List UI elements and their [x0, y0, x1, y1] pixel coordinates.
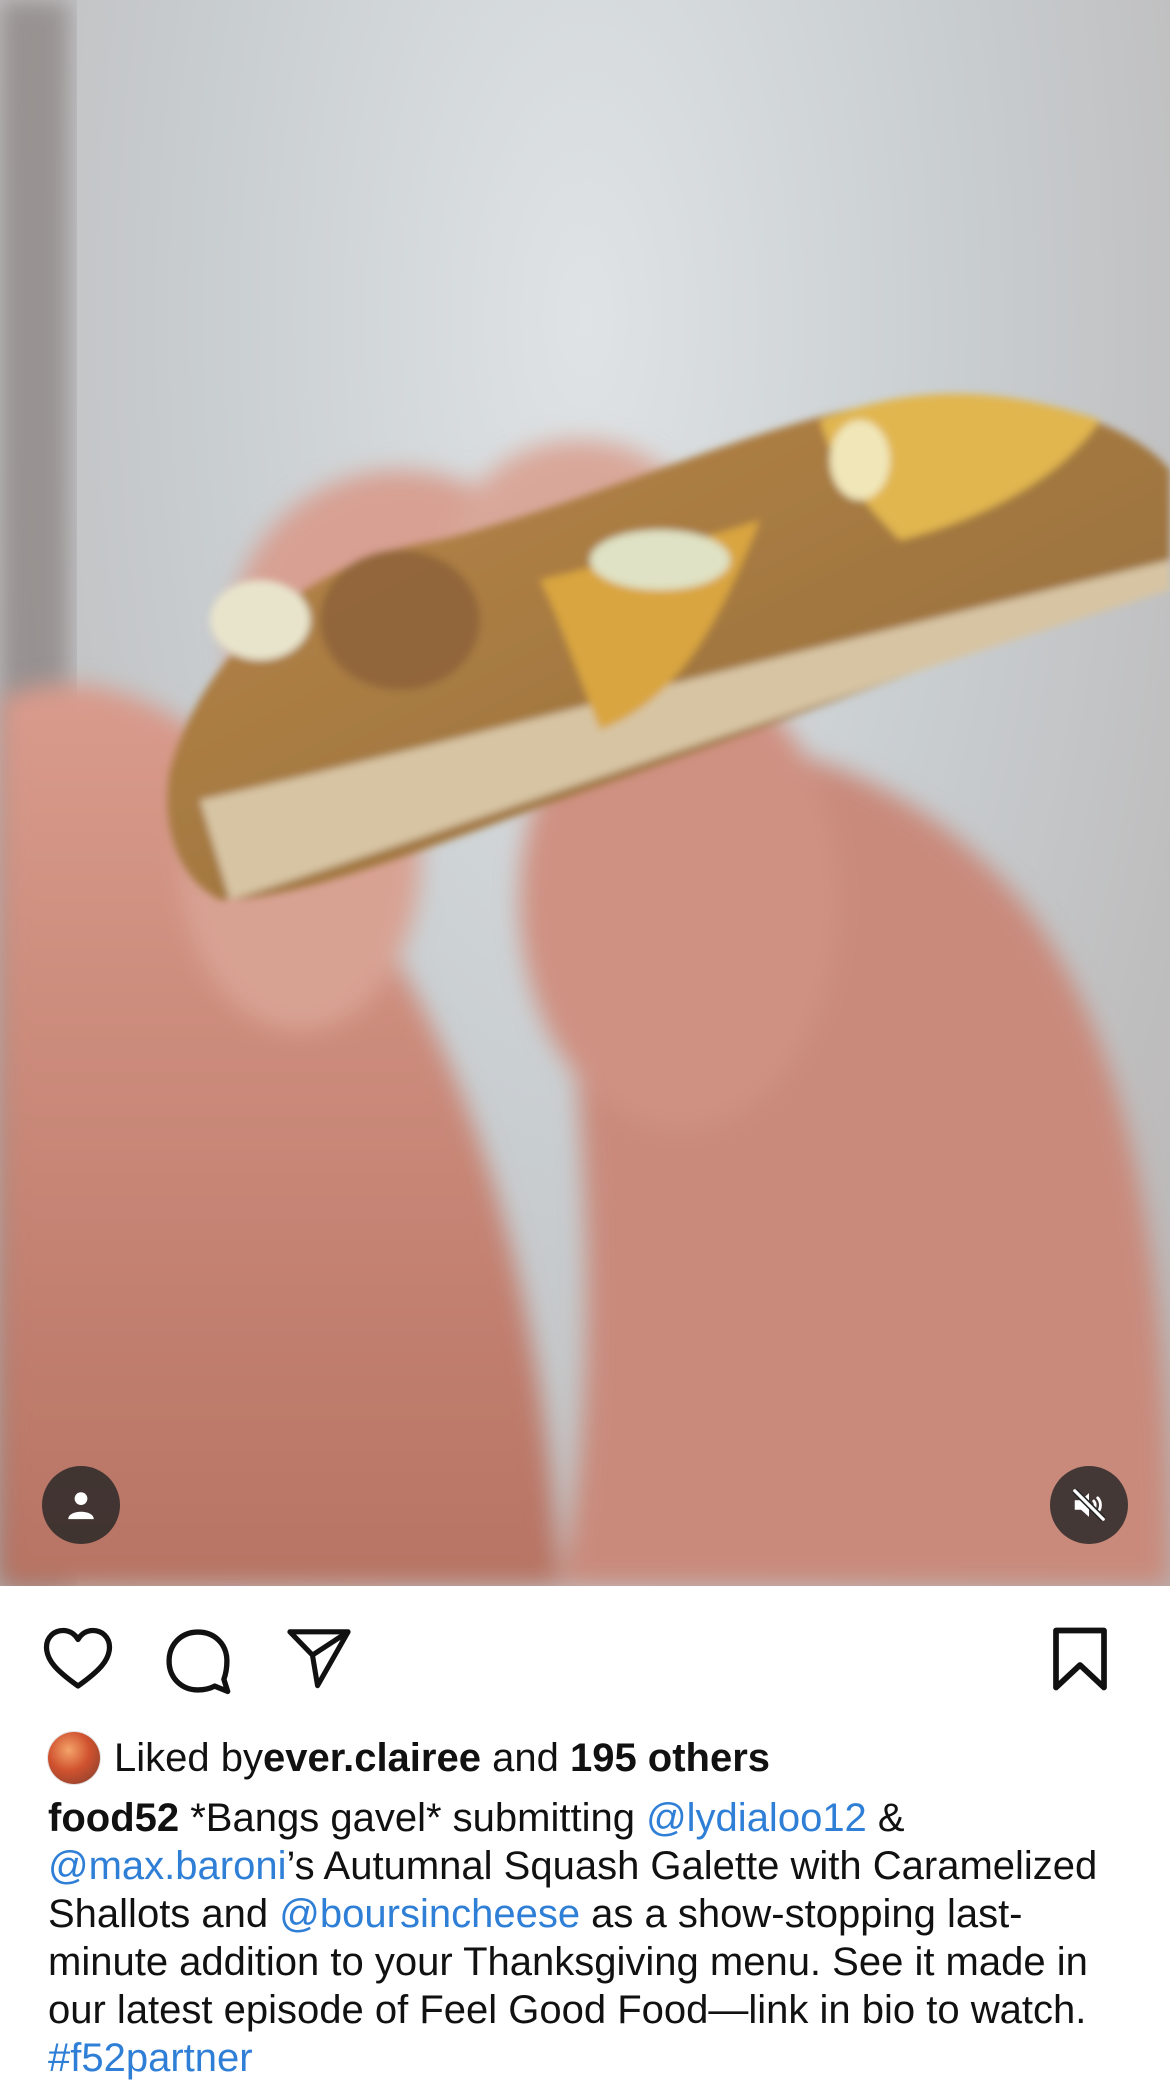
liked-by-prefix: Liked by: [114, 1735, 263, 1780]
hashtag-link[interactable]: #f52partner: [48, 2036, 253, 2080]
mention-link[interactable]: @boursincheese: [279, 1892, 580, 1936]
mention-link[interactable]: @max.baroni: [48, 1844, 286, 1888]
liked-by-username[interactable]: ever.clairee: [263, 1736, 481, 1781]
mention-link[interactable]: @lydialoo12: [646, 1796, 867, 1840]
liked-by-and: and: [480, 1735, 570, 1780]
mute-button[interactable]: [1050, 1466, 1128, 1544]
comment-bubble-icon: [166, 1629, 231, 1695]
caption-text: &: [866, 1796, 905, 1840]
action-bar: [0, 1586, 1170, 1736]
likes-count[interactable]: 195 others: [570, 1736, 770, 1781]
person-icon: [68, 1492, 94, 1520]
user-tag-button[interactable]: [42, 1466, 120, 1544]
liker-avatar[interactable]: [48, 1732, 100, 1784]
save-button[interactable]: [1050, 1626, 1110, 1697]
post-caption: food52 *Bangs gavel* submitting @lydialo…: [48, 1794, 1128, 2082]
caption-username[interactable]: food52: [48, 1796, 179, 1840]
post-video[interactable]: [0, 0, 1170, 1586]
comment-button[interactable]: [163, 1626, 233, 1701]
heart-icon: [43, 1627, 113, 1689]
speaker-muted-icon: [1072, 1488, 1106, 1522]
video-frame-image: [0, 0, 1170, 1586]
share-button[interactable]: [285, 1626, 353, 1695]
caption-text: *Bangs gavel* submitting: [179, 1796, 647, 1840]
likes-summary[interactable]: Liked by ever.clairee and 195 others: [48, 1730, 770, 1786]
like-button[interactable]: [42, 1626, 114, 1697]
paper-plane-icon: [287, 1629, 351, 1689]
bookmark-icon: [1053, 1627, 1107, 1691]
